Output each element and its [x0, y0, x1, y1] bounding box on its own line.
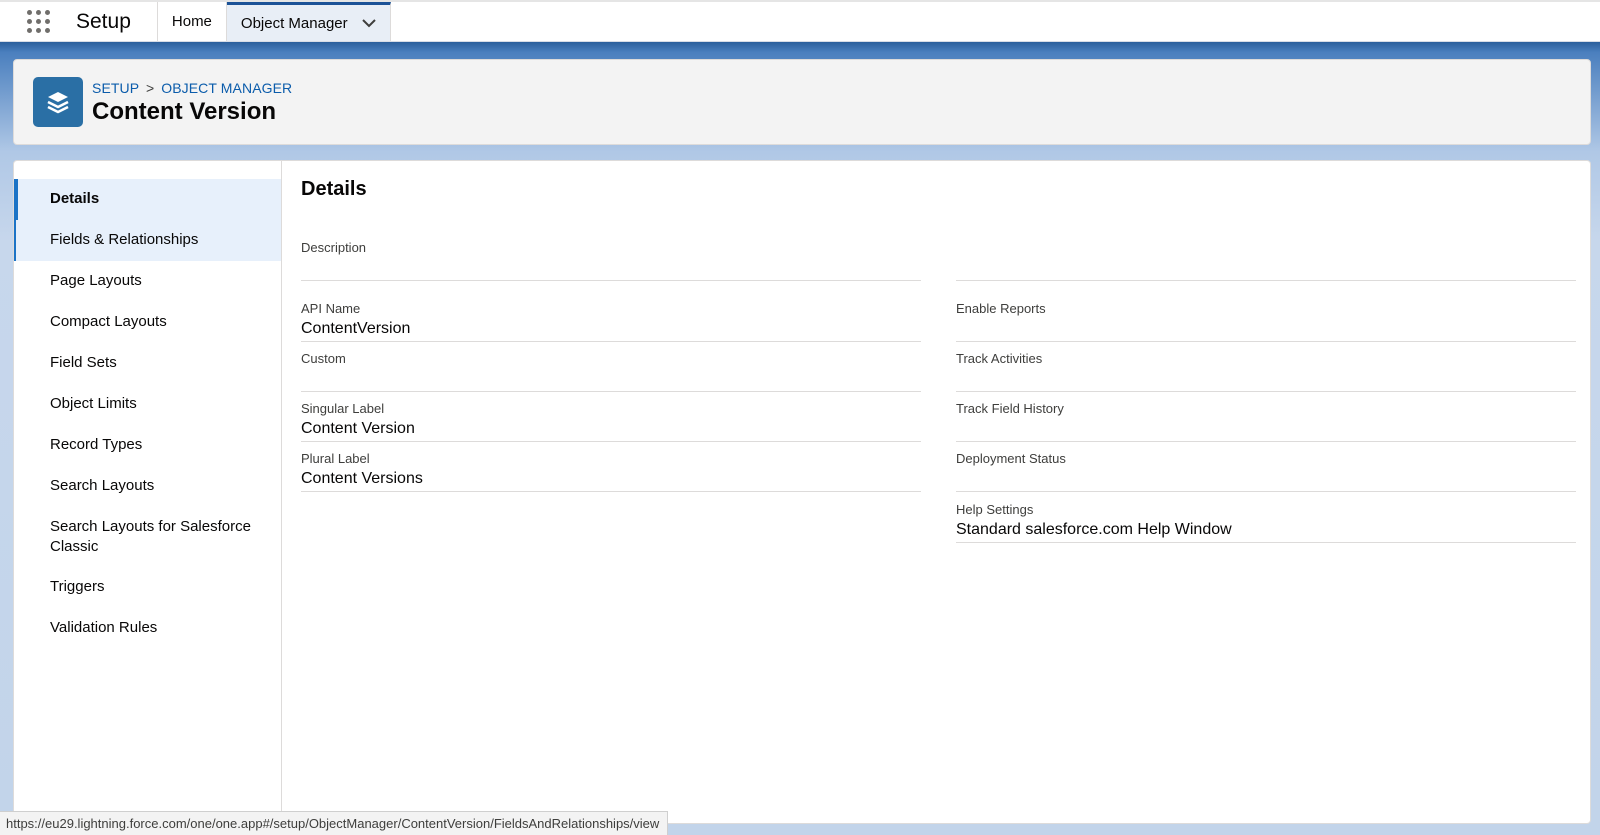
- browser-status-url: https://eu29.lightning.force.com/one/one…: [0, 811, 669, 835]
- field-api-name: API Name ContentVersion: [301, 291, 921, 342]
- page-title: Content Version: [92, 98, 277, 125]
- nav-tab-home-label: Home: [171, 13, 212, 30]
- field-singular-label: Singular Label Content Version: [301, 391, 921, 442]
- field-value: Content Versions: [301, 470, 423, 487]
- sidebar-item-field-sets[interactable]: Field Sets: [14, 343, 281, 384]
- object-header: SETUP > OBJECT MANAGER Content Version: [13, 59, 1591, 145]
- nav-tab-home[interactable]: Home: [158, 2, 227, 41]
- app-launcher-grid-icon: [26, 10, 50, 33]
- details-content: Details Description API Name ContentVers…: [301, 161, 1590, 823]
- field-description-spacer: [956, 230, 1576, 281]
- object-sidebar: Details Fields & Relationships Page Layo…: [14, 161, 282, 823]
- field-value: Content Version: [301, 420, 415, 437]
- nav-tab-object-manager[interactable]: Object Manager: [226, 2, 391, 41]
- sidebar-item-fields-relationships[interactable]: Fields & Relationships: [14, 220, 281, 261]
- field-plural-label: Plural Label Content Versions: [301, 441, 921, 492]
- sidebar-item-details[interactable]: Details: [14, 179, 281, 220]
- field-deployment-status: Deployment Status: [956, 441, 1576, 492]
- field-custom: Custom: [301, 341, 921, 392]
- sidebar-item-search-layouts[interactable]: Search Layouts: [14, 466, 281, 507]
- chevron-down-icon[interactable]: [361, 18, 376, 28]
- sidebar-item-validation-rules[interactable]: Validation Rules: [14, 608, 281, 649]
- stacked-layers-icon: [33, 77, 83, 127]
- field-label: Deployment Status: [956, 451, 1066, 466]
- field-value: ContentVersion: [301, 320, 411, 337]
- global-nav-bar: Setup Home Object Manager: [0, 0, 1600, 42]
- breadcrumb-object-manager-link[interactable]: OBJECT MANAGER: [161, 80, 292, 96]
- field-enable-reports: Enable Reports: [956, 291, 1576, 342]
- sidebar-item-record-types[interactable]: Record Types: [14, 425, 281, 466]
- field-label: Help Settings: [956, 502, 1034, 517]
- main-panel: Details Fields & Relationships Page Layo…: [13, 160, 1591, 824]
- app-launcher-button[interactable]: [0, 2, 76, 41]
- field-description: Description: [301, 230, 921, 281]
- sidebar-item-search-layouts-classic[interactable]: Search Layouts for Salesforce Classic: [14, 507, 281, 567]
- field-label: Description: [301, 240, 367, 255]
- field-track-activities: Track Activities: [956, 341, 1576, 392]
- field-label: Custom: [301, 351, 346, 366]
- field-label: Enable Reports: [956, 301, 1046, 316]
- field-label: Singular Label: [301, 401, 385, 416]
- sidebar-item-page-layouts[interactable]: Page Layouts: [14, 261, 281, 302]
- sidebar-item-object-limits[interactable]: Object Limits: [14, 384, 281, 425]
- breadcrumb: SETUP > OBJECT MANAGER: [92, 80, 292, 96]
- breadcrumb-separator: >: [145, 80, 155, 96]
- sidebar-item-compact-layouts[interactable]: Compact Layouts: [14, 302, 281, 343]
- field-label: Track Field History: [956, 401, 1064, 416]
- sidebar-item-triggers[interactable]: Triggers: [14, 567, 281, 608]
- section-title: Details: [301, 178, 367, 200]
- app-name: Setup: [76, 2, 158, 41]
- breadcrumb-setup-link[interactable]: SETUP: [92, 80, 139, 96]
- field-value: Standard salesforce.com Help Window: [956, 521, 1232, 538]
- field-label: Track Activities: [956, 351, 1043, 366]
- field-label: Plural Label: [301, 451, 370, 466]
- field-label: API Name: [301, 301, 361, 316]
- nav-tab-object-manager-label: Object Manager: [240, 14, 348, 32]
- field-help-settings: Help Settings Standard salesforce.com He…: [956, 492, 1576, 543]
- field-track-field-history: Track Field History: [956, 391, 1576, 442]
